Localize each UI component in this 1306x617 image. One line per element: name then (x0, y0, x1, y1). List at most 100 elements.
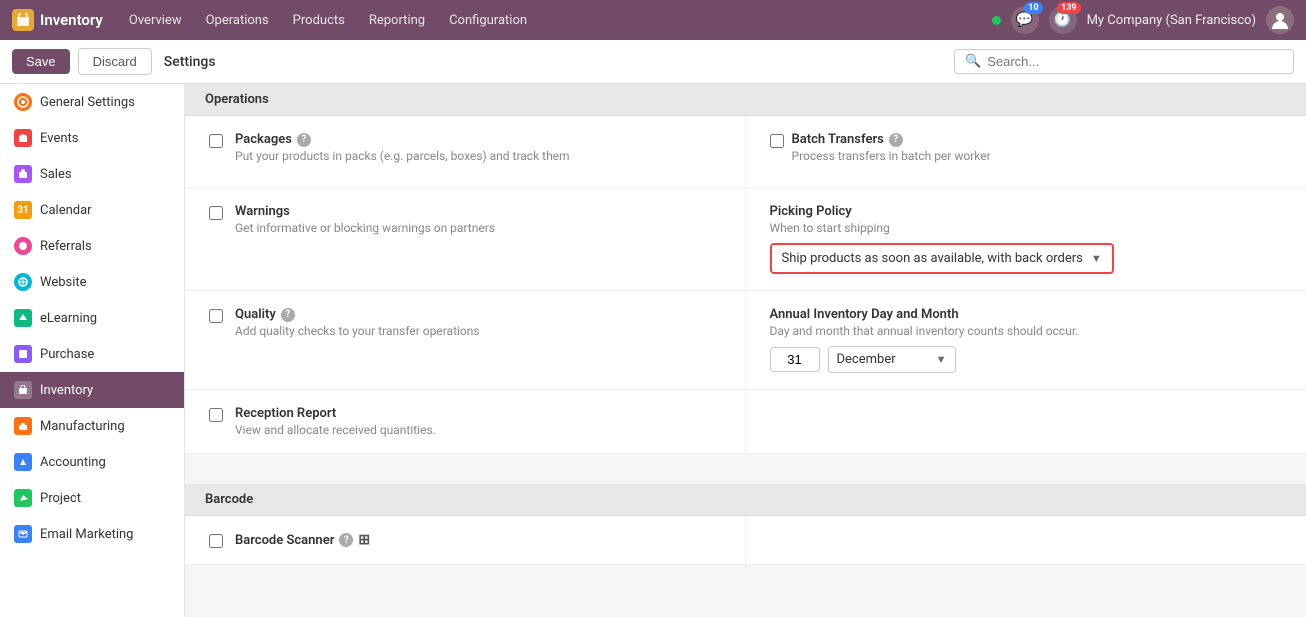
discard-button[interactable]: Discard (78, 48, 152, 75)
sidebar-label-emailmkt: Email Marketing (40, 527, 133, 542)
row-warnings-picking: Warnings Get informative or blocking war… (185, 188, 1306, 291)
elearning-icon (14, 309, 32, 327)
events-icon (14, 129, 32, 147)
warnings-setting: Warnings Get informative or blocking war… (185, 188, 746, 290)
avatar[interactable] (1266, 6, 1294, 34)
batch-transfers-setting: Batch Transfers ? Process transfers in b… (746, 116, 1306, 187)
sidebar: General Settings Events Sales 31 Calenda… (0, 84, 185, 617)
sidebar-label-sales: Sales (40, 167, 72, 182)
packages-help-icon[interactable]: ? (297, 133, 311, 147)
sidebar-item-purchase[interactable]: Purchase (0, 336, 184, 372)
barcode-scanner-setting: Barcode Scanner ? ⊞ (185, 516, 746, 564)
reception-right-empty (746, 390, 1306, 453)
sidebar-item-inventory[interactable]: Inventory (0, 372, 184, 408)
sidebar-item-sales[interactable]: Sales (0, 156, 184, 192)
warnings-text: Warnings Get informative or blocking war… (235, 204, 495, 235)
barcode-scanner-text: Barcode Scanner ? ⊞ (235, 532, 370, 548)
sidebar-label-referrals: Referrals (40, 239, 92, 254)
sidebar-item-general[interactable]: General Settings (0, 84, 184, 120)
sidebar-label-project: Project (40, 491, 81, 506)
barcode-scanner-label: Barcode Scanner ? ⊞ (235, 532, 370, 548)
packages-label: Packages ? (235, 132, 570, 147)
nav-products[interactable]: Products (283, 9, 355, 32)
warnings-checkbox[interactable] (209, 206, 223, 220)
quality-help-icon[interactable]: ? (281, 308, 295, 322)
sidebar-item-calendar[interactable]: 31 Calendar (0, 192, 184, 228)
nav-configuration[interactable]: Configuration (439, 9, 537, 32)
brand-logo[interactable]: Inventory (12, 9, 103, 31)
packages-setting: Packages ? Put your products in packs (e… (185, 116, 746, 187)
purchase-icon (14, 345, 32, 363)
referrals-icon (14, 237, 32, 255)
picking-policy-label: Picking Policy (770, 204, 1283, 219)
batch-transfers-label: Batch Transfers ? (792, 132, 991, 147)
spacer (185, 454, 1306, 484)
calendar-icon: 31 (14, 201, 32, 219)
row-reception-report: Reception Report View and allocate recei… (185, 390, 1306, 454)
picking-policy-dropdown[interactable]: Ship products as soon as available, with… (770, 243, 1114, 274)
annual-month-arrow-icon: ▼ (936, 353, 947, 366)
sidebar-label-elearning: eLearning (40, 311, 97, 326)
brand-icon (12, 9, 34, 31)
annual-month-dropdown[interactable]: December ▼ (828, 346, 956, 373)
reception-report-desc: View and allocate received quantities. (235, 423, 436, 437)
annual-month-value: December (837, 352, 896, 367)
sidebar-item-project[interactable]: Project (0, 480, 184, 516)
operations-section-header: Operations (185, 84, 1306, 116)
quality-desc: Add quality checks to your transfer oper… (235, 324, 480, 338)
reception-report-setting: Reception Report View and allocate recei… (185, 390, 746, 453)
sidebar-item-events[interactable]: Events (0, 120, 184, 156)
row-quality-annual: Quality ? Add quality checks to your tra… (185, 291, 1306, 390)
batch-transfers-text: Batch Transfers ? Process transfers in b… (792, 132, 991, 171)
sidebar-label-inventory: Inventory (40, 383, 93, 398)
warnings-label: Warnings (235, 204, 495, 219)
sidebar-label-calendar: Calendar (40, 203, 92, 218)
reception-report-checkbox[interactable] (209, 408, 223, 422)
main-layout: General Settings Events Sales 31 Calenda… (0, 84, 1306, 617)
messages-button[interactable]: 💬 10 (1011, 6, 1039, 34)
packages-text: Packages ? Put your products in packs (e… (235, 132, 570, 163)
nav-reporting[interactable]: Reporting (359, 9, 435, 32)
nav-overview[interactable]: Overview (119, 9, 192, 32)
sidebar-item-manufacturing[interactable]: Manufacturing (0, 408, 184, 444)
warnings-desc: Get informative or blocking warnings on … (235, 221, 495, 235)
website-icon (14, 273, 32, 291)
sidebar-item-website[interactable]: Website (0, 264, 184, 300)
packages-checkbox[interactable] (209, 134, 223, 148)
search-icon: 🔍 (965, 54, 981, 69)
search-bar[interactable]: 🔍 (954, 49, 1294, 74)
search-input[interactable] (987, 54, 1283, 69)
row-packages-batch: Packages ? Put your products in packs (e… (185, 116, 1306, 188)
batch-transfers-help-icon[interactable]: ? (889, 133, 903, 147)
activities-button[interactable]: 🕐 139 (1049, 6, 1077, 34)
sidebar-label-accounting: Accounting (40, 455, 106, 470)
save-button[interactable]: Save (12, 49, 70, 74)
batch-transfers-checkbox[interactable] (770, 134, 784, 148)
batch-transfers-desc: Process transfers in batch per worker (792, 149, 991, 163)
inventory-icon (14, 381, 32, 399)
sidebar-item-elearning[interactable]: eLearning (0, 300, 184, 336)
quality-checkbox[interactable] (209, 309, 223, 323)
company-selector[interactable]: My Company (San Francisco) (1087, 13, 1256, 28)
barcode-scanner-help-icon[interactable]: ? (339, 533, 353, 547)
manufacturing-icon (14, 417, 32, 435)
sidebar-item-accounting[interactable]: Accounting (0, 444, 184, 480)
page-title: Settings (164, 54, 216, 70)
quality-label: Quality ? (235, 307, 480, 322)
top-navigation: Inventory Overview Operations Products R… (0, 0, 1306, 40)
sidebar-label-general: General Settings (40, 95, 135, 110)
nav-right-section: 💬 10 🕐 139 My Company (San Francisco) (992, 6, 1294, 34)
barcode-scanner-checkbox[interactable] (209, 534, 223, 548)
annual-inventory-setting: Annual Inventory Day and Month Day and m… (746, 291, 1306, 389)
nav-operations[interactable]: Operations (196, 9, 279, 32)
content-area: Operations Packages ? Put your products … (185, 84, 1306, 617)
sidebar-label-website: Website (40, 275, 87, 290)
online-status-dot (992, 16, 1001, 25)
barcode-grid-icon: ⊞ (358, 532, 370, 548)
sidebar-item-referrals[interactable]: Referrals (0, 228, 184, 264)
barcode-right-empty (746, 516, 1306, 564)
annual-day-input[interactable] (770, 347, 820, 372)
sidebar-item-emailmkt[interactable]: Email Marketing (0, 516, 184, 552)
annual-inventory-desc: Day and month that annual inventory coun… (770, 324, 1283, 338)
sales-icon (14, 165, 32, 183)
